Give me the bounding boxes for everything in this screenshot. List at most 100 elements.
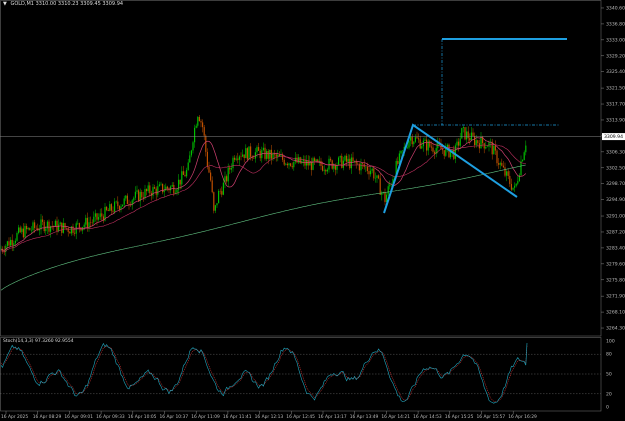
candle-body — [34, 222, 36, 228]
candle-body — [443, 150, 445, 156]
stochastic-panel[interactable] — [0, 342, 601, 404]
candle-body — [442, 149, 444, 151]
candle-body — [350, 157, 352, 169]
candle-body — [378, 175, 380, 179]
candle-body — [306, 160, 308, 166]
candle-body — [499, 162, 501, 165]
candle-body — [312, 158, 314, 170]
candle-body — [512, 187, 514, 190]
candle-body — [474, 135, 476, 146]
candle-body — [197, 116, 199, 126]
time-tick-label: 16 Apr 09:01 — [64, 414, 93, 420]
candle-body — [485, 146, 487, 149]
candle-body — [222, 182, 224, 195]
candle-body — [186, 169, 188, 177]
candle-body — [370, 170, 372, 175]
candle-body — [154, 187, 156, 189]
candle-body — [410, 136, 412, 141]
candle-body — [275, 154, 277, 157]
candle-body — [13, 243, 15, 246]
candle-body — [56, 220, 58, 232]
candle-body — [454, 145, 456, 159]
candle-body — [122, 204, 124, 207]
candle-body — [462, 127, 464, 129]
candle-body — [211, 180, 213, 193]
candle-body — [107, 210, 109, 211]
dropdown-triangle-icon[interactable]: ▼ — [3, 1, 7, 7]
candle-body — [6, 241, 8, 246]
candle-body — [299, 157, 301, 164]
candle-body — [214, 205, 216, 211]
candle-body — [40, 219, 42, 230]
candle-body — [483, 143, 485, 149]
candle-body — [326, 169, 328, 172]
time-tick-label: 16 Apr 16:29 — [508, 414, 537, 420]
candle-body — [506, 171, 508, 176]
candle-body — [189, 155, 191, 163]
candle-body — [173, 184, 175, 194]
flag-pattern-line — [383, 123, 518, 214]
candle-body — [59, 222, 61, 225]
candle-body — [507, 171, 509, 176]
candle-body — [400, 150, 402, 154]
candle-body — [282, 155, 284, 160]
candle-body — [373, 168, 375, 179]
candle-body — [101, 213, 103, 217]
candle-body — [504, 167, 506, 176]
candle-body — [176, 189, 178, 193]
candle-body — [14, 240, 16, 244]
candle-body — [238, 156, 240, 160]
candle-body — [464, 127, 466, 140]
candle-body — [94, 213, 96, 217]
candle-body — [376, 175, 378, 178]
candle-body — [114, 201, 116, 212]
pattern-drawings[interactable] — [383, 38, 567, 214]
price-tick-label: 3313.90 — [606, 117, 625, 123]
candle-body — [29, 228, 31, 231]
candle-body — [206, 151, 208, 167]
candle-body — [141, 191, 143, 198]
stoch-level-label: 0 — [606, 405, 609, 411]
candle-body — [45, 228, 47, 232]
candle-body — [496, 150, 498, 164]
grid-layer — [0, 0, 602, 412]
candle-body — [498, 163, 500, 165]
candle-body — [424, 139, 426, 141]
candle-body — [344, 155, 346, 161]
candle-body — [267, 150, 269, 159]
current-price-label: 3309.94 — [604, 134, 623, 140]
price-tick-label: 3275.80 — [606, 277, 625, 283]
candle-body — [182, 171, 184, 175]
candle-body — [210, 172, 212, 181]
candle-body — [525, 145, 527, 153]
candle-body — [202, 122, 204, 128]
candle-body — [62, 223, 64, 233]
candle-body — [232, 157, 234, 169]
time-tick-label: 16 Apr 14:21 — [381, 414, 410, 420]
time-tick-label: 16 Apr 13:49 — [350, 414, 379, 420]
candle-body — [523, 152, 525, 161]
chart-canvas[interactable]: 3340.60 3336.80 3333.00 3329.20 3325.40 3321.… — [0, 0, 625, 421]
candle-body — [166, 186, 168, 189]
stoch-level-label: 80 — [606, 352, 612, 358]
candle-body — [19, 227, 21, 233]
candle-body — [469, 138, 471, 141]
candle-body — [458, 141, 460, 146]
candle-body — [347, 158, 349, 162]
price-tick-label: 3329.20 — [606, 53, 625, 59]
price-tick-label: 3306.30 — [606, 149, 625, 155]
price-chart[interactable] — [0, 115, 601, 291]
price-tick-label: 3298.70 — [606, 181, 625, 187]
candle-body — [475, 140, 477, 146]
candle-body — [339, 155, 341, 158]
candle-body — [323, 169, 325, 171]
candle-body — [149, 185, 151, 194]
candle-body — [277, 154, 279, 157]
price-tick-label: 3264.30 — [606, 326, 625, 332]
candle-body — [467, 131, 469, 139]
candle-body — [179, 179, 181, 185]
candle-body — [366, 166, 368, 172]
candle-body — [293, 161, 295, 168]
candle-body — [466, 131, 468, 140]
candle-body — [325, 169, 327, 172]
